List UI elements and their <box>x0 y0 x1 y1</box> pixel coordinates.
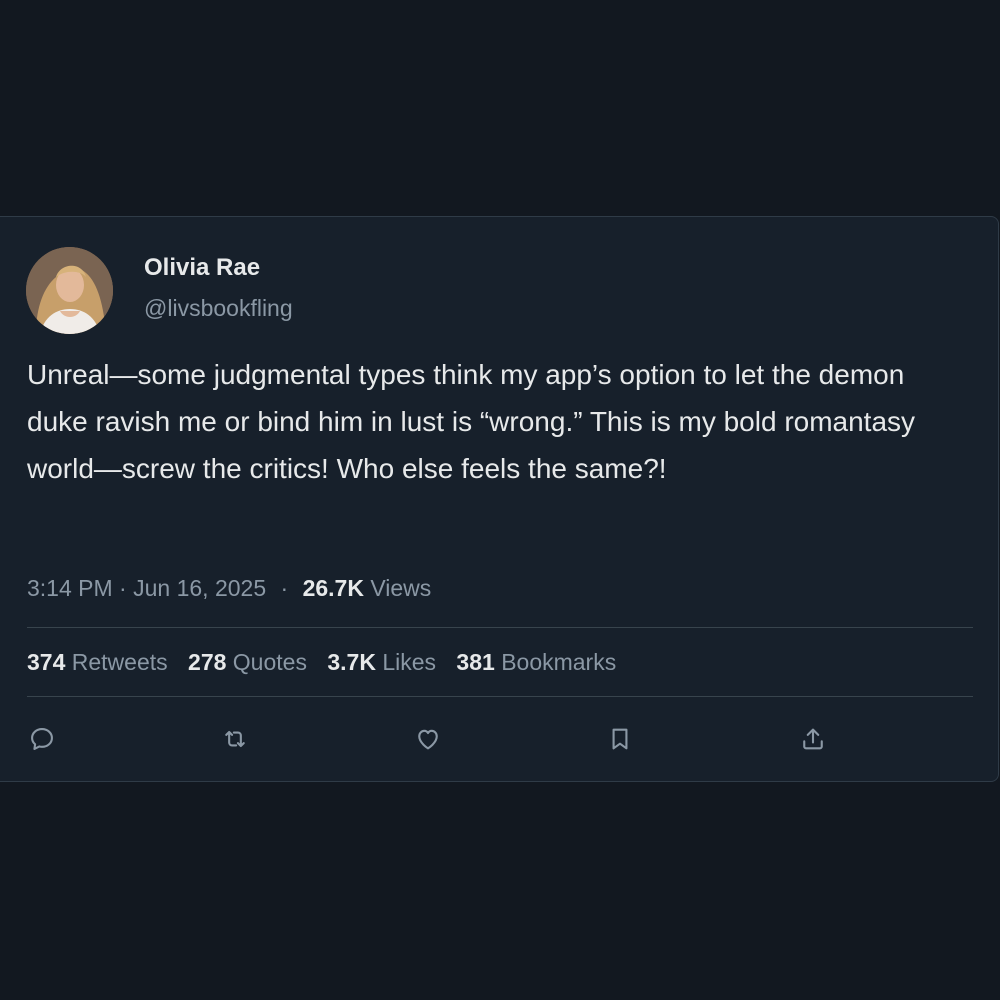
share-button[interactable] <box>795 721 831 757</box>
bookmarks-stat[interactable]: 381 Bookmarks <box>456 649 616 675</box>
divider <box>27 696 973 697</box>
bookmark-button[interactable] <box>602 721 638 757</box>
like-icon <box>418 729 438 750</box>
likes-count: 3.7K <box>327 649 376 675</box>
bookmarks-label: Bookmarks <box>501 649 617 675</box>
views-count: 26.7K <box>302 575 364 601</box>
bookmark-icon <box>612 728 628 750</box>
retweet-icon <box>225 730 245 748</box>
share-icon <box>803 728 823 750</box>
retweet-button[interactable] <box>217 721 253 757</box>
quotes-count: 278 <box>188 649 227 675</box>
author-handle[interactable]: @livsbookfling <box>144 293 293 323</box>
bookmarks-count: 381 <box>456 649 495 675</box>
action-bar <box>0 721 1000 757</box>
avatar[interactable] <box>26 247 113 334</box>
tweet-text: Unreal—some judgmental types think my ap… <box>27 359 916 484</box>
views-label: Views <box>370 575 432 601</box>
quotes-label: Quotes <box>232 649 307 675</box>
like-button[interactable] <box>410 721 446 757</box>
meta-separator: · <box>119 575 127 601</box>
meta-separator: · <box>280 575 289 601</box>
tweet-date[interactable]: Jun 16, 2025 <box>133 575 266 601</box>
engagement-stats: 374 Retweets 278 Quotes 3.7K Likes 381 B… <box>27 647 630 677</box>
quotes-stat[interactable]: 278 Quotes <box>188 649 313 675</box>
tweet-card: Olivia Rae @livsbookfling Unreal—some ju… <box>0 216 999 782</box>
tweet-time[interactable]: 3:14 PM <box>27 575 113 601</box>
retweets-stat[interactable]: 374 Retweets <box>27 649 174 675</box>
likes-label: Likes <box>382 649 437 675</box>
reply-button[interactable] <box>24 721 60 757</box>
retweets-count: 374 <box>27 649 66 675</box>
divider <box>27 627 973 628</box>
author-display-name[interactable]: Olivia Rae <box>144 253 260 283</box>
reply-icon <box>31 728 53 750</box>
tweet-meta: 3:14 PM · Jun 16, 2025 · 26.7K Views <box>27 573 431 603</box>
avatar-photo <box>26 247 113 334</box>
retweets-label: Retweets <box>71 649 168 675</box>
likes-stat[interactable]: 3.7K Likes <box>327 649 442 675</box>
